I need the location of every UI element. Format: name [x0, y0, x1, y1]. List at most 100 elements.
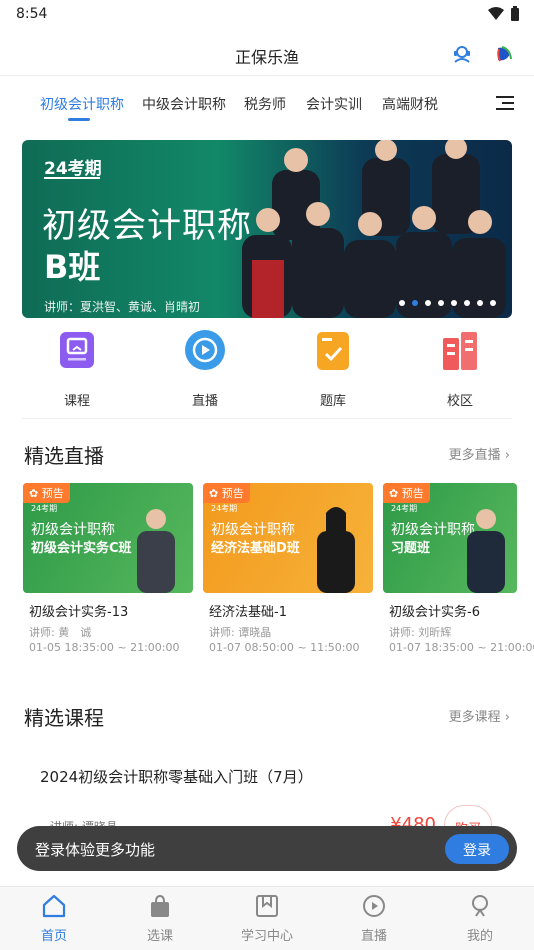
login-prompt-bar: 登录体验更多功能 登录: [17, 826, 517, 871]
quick-entries: 课程 直播 题库 校区: [0, 328, 534, 418]
thumb-sub: 24考期: [31, 504, 58, 513]
quick-entry-campus[interactable]: 校区: [410, 328, 510, 409]
bottom-nav: 首页 选课 学习中心 直播 我的: [0, 886, 534, 950]
thumb-sub: 24考期: [391, 504, 418, 513]
wifi-icon: [488, 7, 504, 20]
quick-entry-live[interactable]: 直播: [155, 328, 255, 409]
live-teacher: 讲师: 黄 诚: [29, 626, 92, 639]
status-icons: [488, 6, 520, 22]
thumb-title: 初级会计职称: [31, 522, 115, 538]
nav-label: 直播: [360, 929, 387, 944]
nav-select-course[interactable]: 选课: [120, 893, 200, 944]
tab-intermediate-accounting[interactable]: 中级会计职称: [142, 94, 226, 114]
course-icon: [60, 332, 94, 368]
quick-entry-label: 直播: [191, 394, 218, 409]
app-header: 正保乐渔: [0, 30, 534, 76]
tab-accounting-practice[interactable]: 会计实训: [306, 94, 362, 114]
quick-entry-label: 课程: [63, 394, 90, 409]
nav-label: 选课: [146, 929, 173, 944]
live-time: 01-07 18:35:00 ~ 21:00:00: [389, 641, 534, 654]
nav-home[interactable]: 首页: [14, 893, 94, 944]
banner-pagination: [399, 300, 496, 306]
chevron-right-icon: ›: [504, 710, 510, 725]
live-section-title: 精选直播: [24, 444, 104, 468]
quick-entry-label: 校区: [446, 394, 473, 409]
preview-badge: ✿ 预告: [203, 483, 250, 503]
banner-dot-active[interactable]: [412, 300, 418, 306]
section-divider: [22, 418, 512, 419]
banner-dot[interactable]: [438, 300, 444, 306]
live-teacher: 讲师: 刘昕辉: [389, 626, 452, 639]
live-name: 初级会计实务-6: [389, 605, 480, 620]
course-title[interactable]: 2024初级会计职称零基础入门班（7月）: [40, 766, 313, 787]
banner-class-name: B班: [44, 248, 101, 286]
preview-badge: ✿ 预告: [23, 483, 70, 503]
more-live-label: 更多直播: [448, 448, 501, 463]
banner-dot[interactable]: [477, 300, 483, 306]
live-thumbnail: ✿ 预告 24考期 初级会计职称 习题班: [383, 483, 517, 593]
tab-high-end-finance[interactable]: 高端财税: [382, 94, 438, 114]
more-live-link[interactable]: 更多直播 ›: [449, 444, 510, 463]
banner-teachers-photo: [242, 140, 506, 318]
tab-active-indicator: [68, 118, 90, 121]
tab-junior-accounting[interactable]: 初级会计职称: [40, 94, 124, 114]
live-card[interactable]: ✿ 预告 24考期 初级会计职称 习题班 初级会计实务-6 讲师: 刘昕辉 01…: [383, 483, 534, 663]
status-time: 8:54: [16, 6, 48, 22]
app-logo-icon[interactable]: [494, 44, 514, 64]
live-time: 01-05 18:35:00 ~ 21:00:00: [29, 641, 180, 654]
live-card[interactable]: ✿ 预告 24考期 初级会计职称 经济法基础D班 经济法基础-1 讲师: 谭晓晶…: [203, 483, 373, 663]
live-time: 01-07 08:50:00 ~ 11:50:00: [209, 641, 360, 654]
banner-dot[interactable]: [464, 300, 470, 306]
banner-tag-underline: [44, 177, 100, 179]
home-icon: [42, 894, 66, 918]
live-teacher: 讲师: 谭晓晶: [209, 626, 272, 639]
live-play-icon: [185, 330, 225, 370]
nav-study-center[interactable]: 学习中心: [227, 893, 307, 944]
more-course-label: 更多课程: [448, 710, 501, 725]
battery-icon: [511, 6, 519, 21]
profile-icon: [472, 895, 488, 917]
quick-entry-course[interactable]: 课程: [27, 328, 127, 409]
chevron-right-icon: ›: [504, 448, 510, 463]
star-icon: ✿: [29, 487, 42, 500]
banner-tag: 24考期: [44, 159, 102, 179]
teacher-photo: [317, 507, 355, 593]
study-center-icon: [256, 895, 278, 917]
banner-dot[interactable]: [425, 300, 431, 306]
thumb-sub: 24考期: [211, 504, 238, 513]
thumb-title: 初级会计职称: [211, 522, 295, 538]
thumb-course: 习题班: [391, 541, 431, 556]
tab-tax-agent[interactable]: 税务师: [244, 94, 286, 114]
menu-icon[interactable]: [496, 96, 514, 112]
banner-teachers: 讲师：夏洪智、黄诚、肖晴初: [44, 300, 201, 314]
status-bar: 8:54: [0, 0, 534, 30]
nav-label: 我的: [466, 929, 493, 944]
customer-service-icon[interactable]: [452, 44, 472, 64]
thumb-course: 初级会计实务C班: [31, 541, 132, 556]
more-course-link[interactable]: 更多课程 ›: [449, 706, 510, 725]
live-card[interactable]: ✿ 预告 24考期 初级会计职称 初级会计实务C班 初级会计实务-13 讲师: …: [23, 483, 193, 663]
live-name: 初级会计实务-13: [29, 605, 129, 620]
banner-dot[interactable]: [451, 300, 457, 306]
preview-badge: ✿ 预告: [383, 483, 430, 503]
quick-entry-label: 题库: [319, 394, 346, 409]
banner-title: 初级会计职称: [42, 206, 252, 246]
login-button[interactable]: 登录: [445, 834, 509, 864]
teacher-photo: [137, 509, 175, 593]
campus-icon: [443, 332, 477, 370]
question-bank-icon: [317, 332, 349, 370]
nav-profile[interactable]: 我的: [440, 893, 520, 944]
promo-banner[interactable]: 24考期 初级会计职称 B班 讲师：夏洪智、黄诚、肖晴初: [22, 140, 512, 318]
live-name: 经济法基础-1: [209, 605, 287, 620]
nav-live[interactable]: 直播: [334, 893, 414, 944]
banner-dot[interactable]: [490, 300, 496, 306]
quick-entry-question-bank[interactable]: 题库: [283, 328, 383, 409]
nav-label: 学习中心: [240, 929, 293, 944]
banner-dot[interactable]: [399, 300, 405, 306]
teacher-photo: [467, 509, 505, 593]
live-thumbnail: ✿ 预告 24考期 初级会计职称 初级会计实务C班: [23, 483, 193, 593]
nav-label: 首页: [40, 929, 67, 944]
login-prompt-text: 登录体验更多功能: [35, 841, 156, 859]
course-section-title: 精选课程: [24, 706, 104, 730]
star-icon: ✿: [209, 487, 222, 500]
